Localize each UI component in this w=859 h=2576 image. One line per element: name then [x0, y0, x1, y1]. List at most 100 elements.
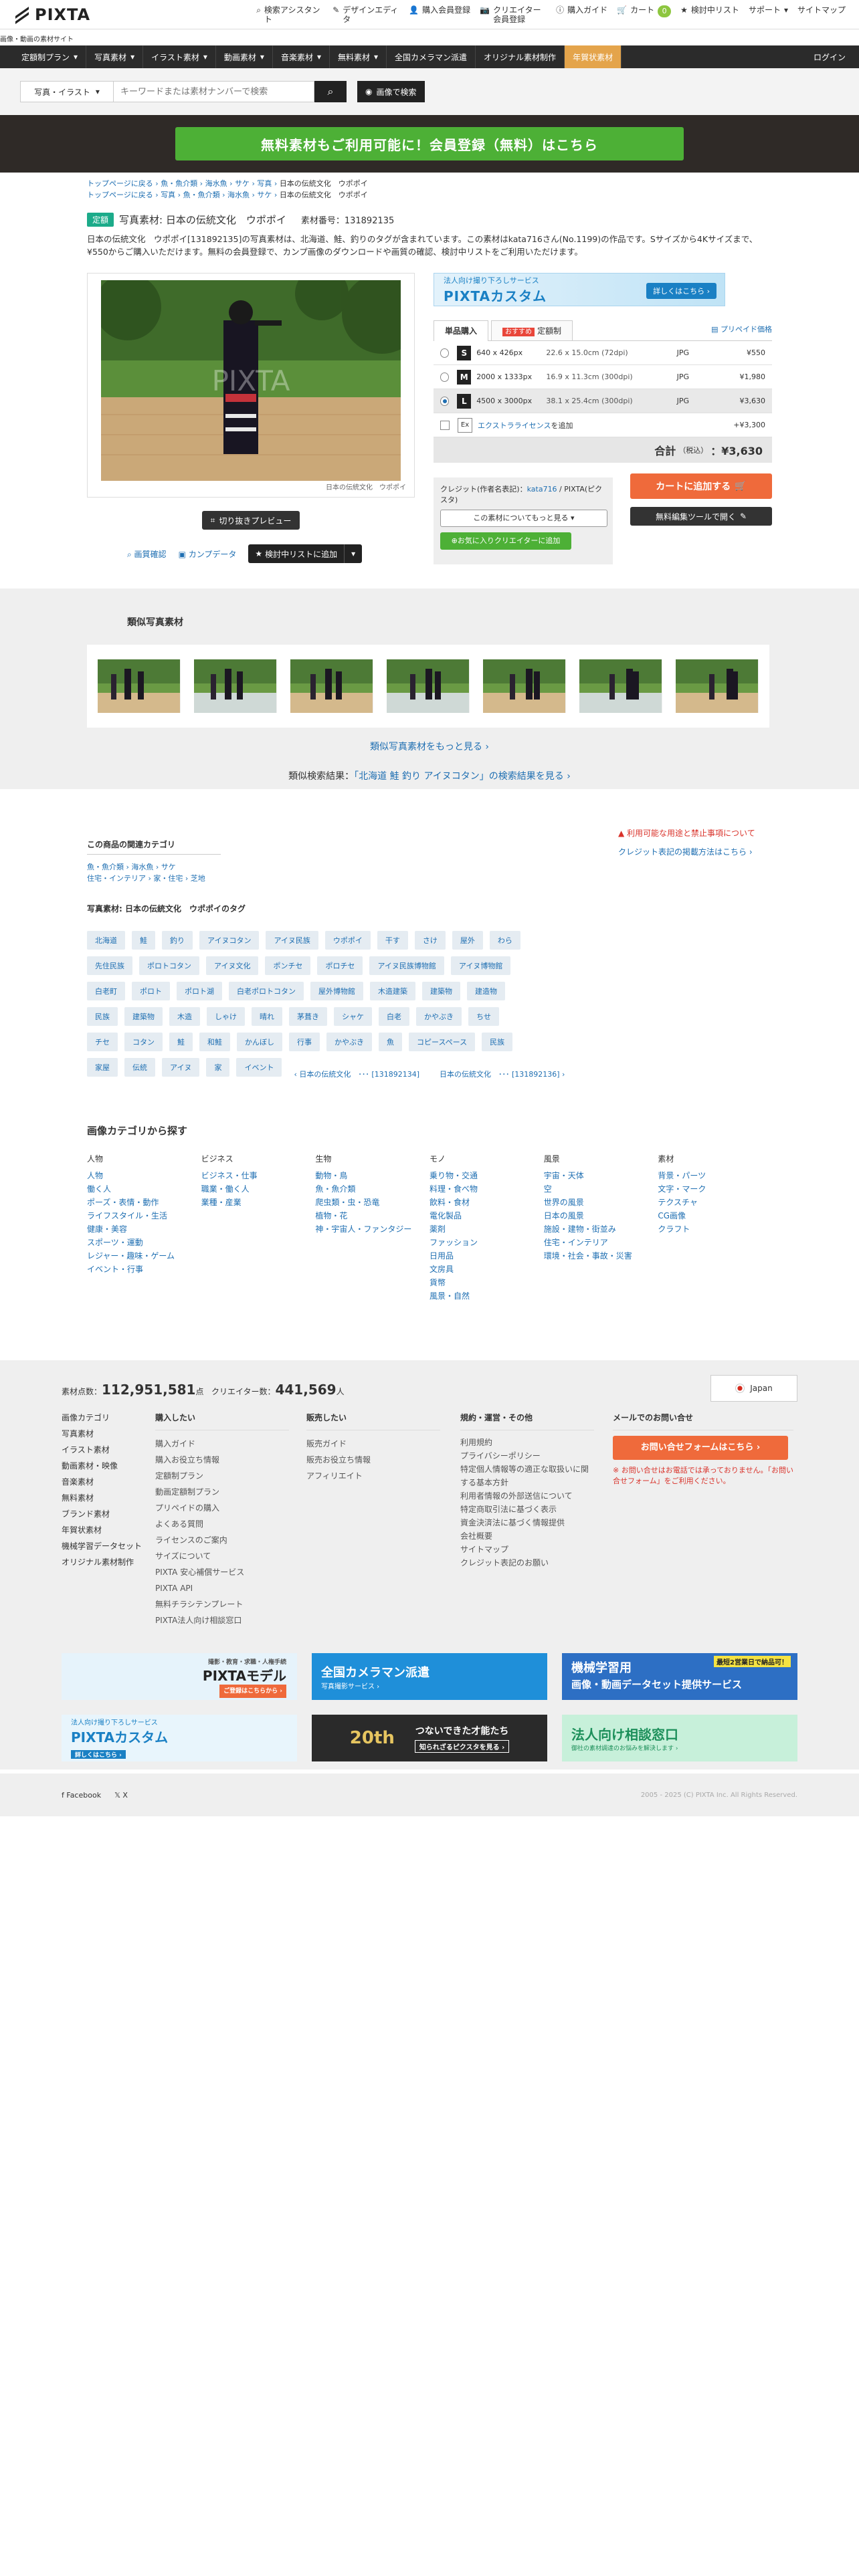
similar-thumbnail[interactable]: [194, 659, 277, 713]
comp-data-link[interactable]: ▣ カンプデータ: [179, 548, 237, 560]
category-link[interactable]: 料理・食べ物: [430, 1182, 544, 1196]
tag-link[interactable]: 北海道: [87, 931, 125, 950]
tag-link[interactable]: 和鮭: [199, 1033, 230, 1051]
banner-dataset[interactable]: 機械学習用 画像・動画データセット提供サービス 最短2営業日で納品可！: [562, 1653, 797, 1700]
category-link[interactable]: 風景・自然: [430, 1289, 544, 1303]
category-link[interactable]: 飲料・食材: [430, 1196, 544, 1209]
facebook-link[interactable]: f Facebook: [62, 1791, 101, 1800]
tag-link[interactable]: アイヌ博物館: [450, 956, 511, 975]
header-nav-item[interactable]: 👤 購入会員登録: [409, 5, 470, 15]
similar-more-link[interactable]: 類似写真素材をもっと見る ›: [0, 740, 859, 753]
tag-link[interactable]: わら: [489, 931, 520, 950]
tag-link[interactable]: チセ: [87, 1033, 118, 1051]
tag-link[interactable]: 木造: [169, 1007, 200, 1026]
related-category-link[interactable]: 住宅・インテリア › 家・住宅 › 芝地: [87, 873, 221, 884]
tag-link[interactable]: シャケ: [334, 1007, 372, 1026]
breadcrumb-item[interactable]: トップページに戻る: [87, 179, 153, 188]
breadcrumb-item[interactable]: サケ: [257, 191, 272, 199]
breadcrumb-item[interactable]: 写真: [257, 179, 272, 188]
banner-20th[interactable]: 20th つないできた才能たち 知られざるピクスタを見る ›: [312, 1715, 547, 1761]
tag-link[interactable]: アイヌ民族: [266, 931, 318, 950]
category-link[interactable]: レジャー・趣味・ゲーム: [87, 1249, 201, 1263]
tag-link[interactable]: 干す: [377, 931, 408, 950]
category-link[interactable]: 日本の風景: [544, 1209, 658, 1222]
similar-search-suffix[interactable]: の検索結果を見る ›: [489, 771, 571, 782]
footer-terms-link[interactable]: 特定商取引法に基づく表示: [460, 1503, 594, 1516]
footer-terms-link[interactable]: 会社概要: [460, 1529, 594, 1543]
pixta-logo[interactable]: PIXTA: [13, 5, 90, 24]
x-link[interactable]: 𝕏 X: [114, 1791, 128, 1800]
footer-sell-link[interactable]: 販売お役立ち情報: [306, 1452, 440, 1468]
chevron-down-icon[interactable]: ▾: [345, 549, 362, 558]
category-link[interactable]: ファッション: [430, 1236, 544, 1249]
category-link[interactable]: 働く人: [87, 1182, 201, 1196]
footer-link[interactable]: イラスト素材: [62, 1442, 142, 1458]
footer-link[interactable]: 無料素材: [62, 1490, 142, 1506]
tag-link[interactable]: 建造物: [467, 982, 505, 1000]
category-link[interactable]: 貨幣: [430, 1276, 544, 1289]
header-nav-item[interactable]: ✎ デザインエディタ: [332, 5, 399, 24]
tag-link[interactable]: コタン: [124, 1033, 163, 1051]
catnav-item[interactable]: オリジナル素材制作: [476, 45, 565, 68]
footer-sell-link[interactable]: アフィリエイト: [306, 1468, 440, 1484]
tag-link[interactable]: しゃけ: [207, 1007, 245, 1026]
catnav-item[interactable]: 動画素材 ▾: [216, 45, 273, 68]
tag-link[interactable]: アイヌコタン: [199, 931, 260, 950]
footer-terms-link[interactable]: プライバシーポリシー: [460, 1449, 594, 1463]
catnav-item[interactable]: 写真素材 ▾: [86, 45, 144, 68]
search-input[interactable]: [114, 81, 314, 102]
category-link[interactable]: 業種・産業: [201, 1196, 316, 1209]
header-nav-item[interactable]: ★ 検討中リスト: [680, 5, 739, 15]
catnav-item[interactable]: 定額制プラン ▾: [13, 45, 87, 68]
category-link[interactable]: 爬虫類・虫・恐竜: [315, 1196, 430, 1209]
tag-link[interactable]: 白老ポロトコタン: [229, 982, 304, 1000]
tag-link[interactable]: 木造建築: [370, 982, 415, 1000]
size-radio[interactable]: [440, 348, 450, 358]
footer-buy-link[interactable]: PIXTA API: [155, 1580, 289, 1596]
next-item-link[interactable]: 日本の伝統文化 ･･･ [131892136] ›: [440, 1069, 565, 1079]
breadcrumb-item[interactable]: 海水魚: [205, 179, 227, 188]
footer-buy-link[interactable]: プリペイドの購入: [155, 1500, 289, 1516]
footer-terms-link[interactable]: 特定個人情報等の適正な取扱いに関する基本方針: [460, 1463, 594, 1489]
footer-link[interactable]: 機械学習データセット: [62, 1538, 142, 1554]
category-link[interactable]: クラフト: [658, 1222, 772, 1236]
category-link[interactable]: 健康・美容: [87, 1222, 201, 1236]
footer-buy-link[interactable]: 無料チラシテンプレート: [155, 1596, 289, 1612]
tag-link[interactable]: コピースペース: [409, 1033, 476, 1051]
prev-item-link[interactable]: ‹ 日本の伝統文化 ･･･ [131892134]: [294, 1069, 419, 1079]
tag-link[interactable]: 屋外博物館: [310, 982, 363, 1000]
tag-link[interactable]: アイヌ民族博物館: [369, 956, 444, 975]
footer-terms-link[interactable]: サイトマップ: [460, 1543, 594, 1556]
tag-link[interactable]: ポロト: [132, 982, 170, 1000]
footer-link[interactable]: ブランド素材: [62, 1506, 142, 1522]
footer-link[interactable]: 動画素材・映像: [62, 1458, 142, 1474]
size-row-l[interactable]: L 4500 x 3000px 38.1 x 25.4cm (300dpi) JPG ¥…: [434, 389, 772, 413]
category-link[interactable]: 宇宙・天体: [544, 1169, 658, 1182]
main-image[interactable]: PIXTA: [101, 280, 401, 481]
tag-link[interactable]: 晴れ: [252, 1007, 282, 1026]
category-link[interactable]: 薬剤: [430, 1222, 544, 1236]
category-link[interactable]: スポーツ・運動: [87, 1236, 201, 1249]
tag-link[interactable]: 建築物: [124, 1007, 163, 1026]
category-link[interactable]: 文房具: [430, 1263, 544, 1276]
category-link[interactable]: 電化製品: [430, 1209, 544, 1222]
tag-link[interactable]: かんぼし: [237, 1033, 282, 1051]
tag-link[interactable]: さけ: [414, 931, 446, 950]
breadcrumb-item[interactable]: 魚・魚介類: [161, 179, 197, 188]
category-link[interactable]: 植物・花: [315, 1209, 430, 1222]
footer-buy-link[interactable]: PIXTA 安心補償サービス: [155, 1564, 289, 1580]
footer-terms-link[interactable]: クレジット表記のお願い: [460, 1556, 594, 1570]
similar-search-link[interactable]: 「北海道 鮭 釣り アイヌコタン」: [354, 771, 489, 782]
contact-form-button[interactable]: お問い合せフォームはこちら ›: [613, 1436, 788, 1460]
tag-link[interactable]: かやぶき: [326, 1033, 372, 1051]
footer-buy-link[interactable]: 購入お役立ち情報: [155, 1452, 289, 1468]
category-link[interactable]: 施設・建物・街並み: [544, 1222, 658, 1236]
size-radio[interactable]: [440, 396, 450, 406]
tag-link[interactable]: ポンチセ: [265, 956, 311, 975]
category-link[interactable]: 文字・マーク: [658, 1182, 772, 1196]
banner-pixta-model[interactable]: 撮影・教育・求職・人権手続 PIXTAモデル ご登録はこちらから ›: [62, 1653, 297, 1700]
category-link[interactable]: 動物・鳥: [315, 1169, 430, 1182]
tag-link[interactable]: ちせ: [468, 1007, 499, 1026]
login-link[interactable]: ログイン: [805, 45, 859, 68]
header-nav-item[interactable]: サイトマップ: [797, 5, 846, 15]
